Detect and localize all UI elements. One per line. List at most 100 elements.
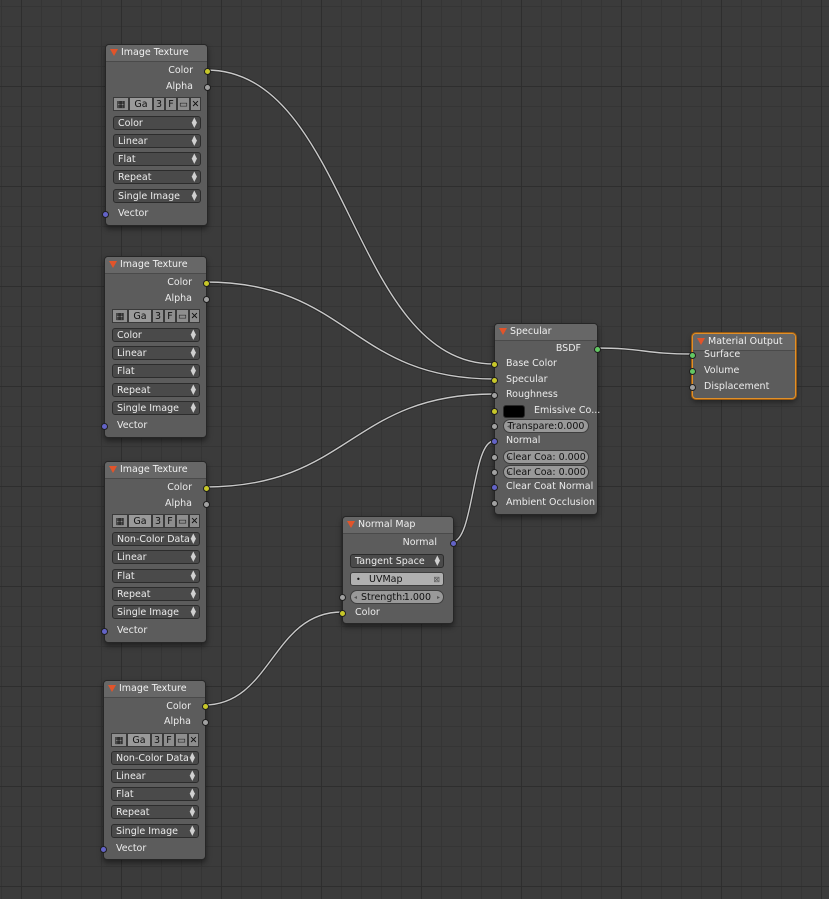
input-specular-socket[interactable] (491, 377, 498, 384)
input-transparency-socket[interactable] (491, 423, 498, 430)
input-clear-coat-socket[interactable] (491, 454, 498, 461)
clear-coat-field[interactable]: ◂ Clear Coa: 0.000 (503, 450, 589, 464)
node-header[interactable]: Image Texture (104, 681, 205, 698)
collapse-triangle-icon[interactable] (110, 49, 118, 56)
interpolation-dropdown[interactable]: Linear ▲ ▼ (112, 550, 200, 564)
source-dropdown[interactable]: Single Image ▲ ▼ (113, 189, 201, 203)
decrement-arrow-icon[interactable]: ◂ (354, 591, 357, 604)
image-browse-icon[interactable]: ▦ (112, 309, 128, 323)
input-base-color-socket[interactable] (491, 361, 498, 368)
input-clear-coat-normal-socket[interactable] (491, 484, 498, 491)
fake-user-toggle[interactable]: F (165, 97, 177, 111)
extension-dropdown[interactable]: Repeat ▲ ▼ (111, 805, 199, 819)
input-roughness-socket[interactable] (491, 392, 498, 399)
normal-map-node[interactable]: Normal Map Normal Tangent Space ▲ ▼ • UVMa… (339, 516, 457, 624)
color-space-dropdown[interactable]: Color ▲ ▼ (113, 116, 201, 130)
image-users-count[interactable]: 3 (152, 514, 164, 528)
projection-dropdown[interactable]: Flat ▲ ▼ (112, 569, 200, 583)
uvmap-field[interactable]: • UVMap ⊠ (350, 572, 444, 586)
extension-dropdown[interactable]: Repeat ▲ ▼ (113, 170, 201, 184)
node-header[interactable]: Normal Map (343, 517, 453, 534)
node-header[interactable]: Specular (495, 324, 597, 341)
input-emissive-socket[interactable] (491, 408, 498, 415)
folder-open-icon[interactable]: ▭ (176, 514, 189, 528)
image-datablock-selector[interactable]: ▦ Ga 3 F ▭ ✕ (111, 733, 199, 747)
output-normal-socket[interactable] (450, 540, 457, 547)
input-vector-socket[interactable] (102, 211, 109, 218)
node-header[interactable]: Image Texture (105, 462, 206, 479)
color-space-dropdown[interactable]: Color ▲ ▼ (112, 328, 200, 342)
projection-dropdown[interactable]: Flat ▲ ▼ (113, 152, 201, 166)
strength-field[interactable]: ◂ Strength: 1.000 ▸ (350, 590, 444, 604)
image-datablock-selector[interactable]: ▦ Ga 3 F ▭ ✕ (112, 309, 200, 323)
projection-dropdown[interactable]: Flat ▲ ▼ (111, 787, 199, 801)
clear-coat-roughness-field[interactable]: ◂ Clear Coa: 0.000 (503, 465, 589, 479)
image-browse-icon[interactable]: ▦ (113, 97, 129, 111)
image-users-count[interactable]: 3 (152, 309, 164, 323)
node-header[interactable]: Image Texture (106, 45, 207, 62)
collapse-triangle-icon[interactable] (108, 685, 116, 692)
input-displacement-socket[interactable] (689, 384, 696, 391)
output-alpha-socket[interactable] (202, 719, 209, 726)
source-dropdown[interactable]: Single Image ▲ ▼ (112, 605, 200, 619)
output-color-socket[interactable] (202, 703, 209, 710)
folder-open-icon[interactable]: ▭ (177, 97, 190, 111)
input-ambient-occlusion-socket[interactable] (491, 500, 498, 507)
decrement-arrow-icon[interactable]: ◂ (507, 420, 510, 433)
image-name-field[interactable]: Ga (128, 309, 152, 323)
collapse-triangle-icon[interactable] (697, 338, 705, 345)
space-dropdown[interactable]: Tangent Space ▲ ▼ (350, 554, 444, 568)
fake-user-toggle[interactable]: F (163, 733, 175, 747)
fake-user-toggle[interactable]: F (164, 514, 176, 528)
color-space-dropdown[interactable]: Non-Color Data ▲ ▼ (112, 532, 200, 546)
emissive-color-swatch[interactable] (503, 405, 525, 418)
input-vector-socket[interactable] (101, 628, 108, 635)
image-texture-node-3[interactable]: Image Texture Color Alpha ▦ Ga 3 F ▭ ✕ N… (101, 461, 210, 643)
image-texture-node-2[interactable]: Image Texture Color Alpha ▦ Ga 3 F ▭ ✕ C… (101, 256, 210, 438)
image-browse-icon[interactable]: ▦ (112, 514, 128, 528)
source-dropdown[interactable]: Single Image ▲ ▼ (112, 401, 200, 415)
transparency-field[interactable]: ◂ Transpare:0.000 (503, 419, 589, 433)
output-alpha-socket[interactable] (204, 84, 211, 91)
output-color-socket[interactable] (203, 485, 210, 492)
input-vector-socket[interactable] (100, 846, 107, 853)
image-users-count[interactable]: 3 (151, 733, 163, 747)
decrement-arrow-icon[interactable]: ◂ (507, 466, 510, 479)
projection-dropdown[interactable]: Flat ▲ ▼ (112, 364, 200, 378)
decrement-arrow-icon[interactable]: ◂ (507, 451, 510, 464)
input-volume-socket[interactable] (689, 368, 696, 375)
input-normal-socket[interactable] (491, 438, 498, 445)
image-browse-icon[interactable]: ▦ (111, 733, 127, 747)
image-texture-node-4[interactable]: Image Texture Color Alpha ▦ Ga 3 F ▭ ✕ N… (100, 680, 209, 860)
increment-arrow-icon[interactable]: ▸ (437, 591, 440, 604)
output-alpha-socket[interactable] (203, 296, 210, 303)
collapse-triangle-icon[interactable] (109, 466, 117, 473)
input-clear-coat-roughness-socket[interactable] (491, 469, 498, 476)
input-surface-socket[interactable] (689, 352, 696, 359)
unlink-x-icon[interactable]: ✕ (189, 514, 200, 528)
output-alpha-socket[interactable] (203, 501, 210, 508)
collapse-triangle-icon[interactable] (499, 328, 507, 335)
interpolation-dropdown[interactable]: Linear ▲ ▼ (111, 769, 199, 783)
folder-open-icon[interactable]: ▭ (176, 309, 189, 323)
unlink-x-icon[interactable]: ✕ (188, 733, 199, 747)
extension-dropdown[interactable]: Repeat ▲ ▼ (112, 587, 200, 601)
interpolation-dropdown[interactable]: Linear ▲ ▼ (112, 346, 200, 360)
image-name-field[interactable]: Ga (129, 97, 153, 111)
fake-user-toggle[interactable]: F (164, 309, 176, 323)
image-users-count[interactable]: 3 (153, 97, 165, 111)
image-name-field[interactable]: Ga (127, 733, 151, 747)
image-datablock-selector[interactable]: ▦ Ga 3 F ▭ ✕ (112, 514, 200, 528)
output-bsdf-socket[interactable] (594, 346, 601, 353)
specular-node[interactable]: Specular BSDF Base Color Specular Roughn… (491, 323, 601, 515)
input-vector-socket[interactable] (101, 423, 108, 430)
collapse-triangle-icon[interactable] (347, 521, 355, 528)
image-texture-node-1[interactable]: Image Texture Color Alpha ▦ Ga 3 F ▭ ✕ C… (102, 44, 211, 226)
output-color-socket[interactable] (204, 68, 211, 75)
folder-open-icon[interactable]: ▭ (175, 733, 188, 747)
material-output-node[interactable]: Material Output Surface Volume Displacem… (689, 333, 796, 399)
color-space-dropdown[interactable]: Non-Color Data ▲ ▼ (111, 751, 199, 765)
unlink-x-icon[interactable]: ✕ (190, 97, 201, 111)
output-color-socket[interactable] (203, 280, 210, 287)
node-header[interactable]: Image Texture (105, 257, 206, 274)
